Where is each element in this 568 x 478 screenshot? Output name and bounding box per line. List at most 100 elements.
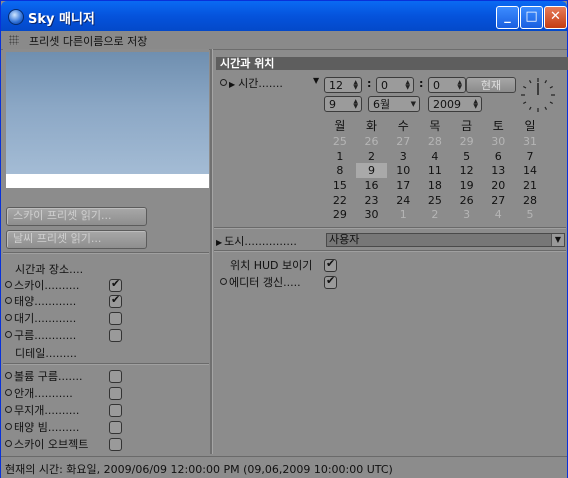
spin-arrows-icon[interactable]: ▲ ▼ [457,80,462,91]
time-menu-arrow-icon[interactable]: ▼ [313,76,319,85]
calendar-day[interactable]: 24 [387,193,419,208]
window-title: Sky 매니저 [28,12,95,27]
minimize-button[interactable]: _ [496,6,519,29]
calendar-day[interactable]: 11 [419,163,451,178]
calendar-day[interactable]: 10 [387,163,419,178]
volume-clouds-label: 볼륨 구름....... [14,370,83,383]
minute-spinner[interactable]: 0 ▲ ▼ [376,77,414,93]
panel-divider[interactable] [210,49,213,454]
load-weather-preset-button[interactable]: 날씨 프리셋 읽기... [6,230,147,249]
sun-beam-checkbox[interactable] [109,421,122,434]
load-sky-preset-button[interactable]: 스카이 프리셋 읽기... [6,207,147,226]
maximize-button[interactable]: □ [520,6,543,29]
calendar-day[interactable]: 25 [419,193,451,208]
sky-checkbox[interactable] [109,277,122,292]
second-spinner[interactable]: 0 ▲ ▼ [428,77,466,93]
calendar-day[interactable]: 27 [387,134,419,149]
calendar-day[interactable]: 15 [324,178,356,193]
spin-arrows-icon[interactable]: ▲ ▼ [473,99,478,110]
expand-dot-icon[interactable] [5,389,12,396]
rainbow-checkbox[interactable] [109,404,122,417]
calendar-day[interactable]: 7 [514,149,546,164]
expand-dot-icon[interactable] [5,406,12,413]
calendar-day[interactable]: 23 [356,193,388,208]
dropdown-arrow-icon[interactable]: ▼ [551,234,564,246]
calendar-day[interactable]: 13 [482,163,514,178]
calendar-day[interactable]: 5 [514,207,546,222]
expand-dot-icon[interactable] [220,79,227,86]
dropdown-arrow-icon[interactable]: ▼ [411,101,416,108]
editor-update-label: 에디터 갱신..... [229,276,301,289]
second-value: 0 [433,79,440,92]
month-dropdown[interactable]: 6월 ▼ [368,96,420,112]
expand-dot-icon[interactable] [5,372,12,379]
hour-spinner[interactable]: 12 ▲ ▼ [324,77,362,93]
calendar-day[interactable]: 26 [451,193,483,208]
calendar-day[interactable]: 29 [324,207,356,222]
calendar-day[interactable]: 4 [482,207,514,222]
expand-arrow-icon[interactable]: ▶ [229,80,235,89]
calendar-day[interactable]: 19 [451,178,483,193]
app-icon [8,9,24,25]
calendar-day[interactable]: 25 [324,134,356,149]
calendar-day[interactable]: 9 [355,163,388,179]
menu-save-preset-as[interactable]: 프리셋 다른이름으로 저장 [29,33,147,49]
detail-item[interactable]: 디테일......... [15,345,77,361]
expand-arrow-icon[interactable]: ▶ [216,238,222,247]
close-button[interactable]: ✕ [544,6,567,29]
expand-dot-icon[interactable] [220,278,227,285]
calendar-day[interactable]: 1 [387,207,419,222]
calendar-day[interactable]: 26 [356,134,388,149]
calendar-day[interactable]: 31 [514,134,546,149]
calendar-day[interactable]: 28 [419,134,451,149]
calendar-day[interactable]: 8 [324,163,356,178]
calendar-day[interactable]: 30 [482,134,514,149]
calendar-day[interactable]: 1 [324,149,356,164]
sky-objects-checkbox[interactable] [109,438,122,451]
calendar-day[interactable]: 3 [387,149,419,164]
year-spinner[interactable]: 2009 ▲ ▼ [428,96,482,112]
hud-checkbox[interactable] [324,257,337,272]
fog-checkbox[interactable] [109,387,122,400]
city-value: 사용자 [329,233,360,246]
expand-dot-icon[interactable] [5,281,12,288]
calendar-day[interactable]: 4 [419,149,451,164]
time-and-place-item[interactable]: 시간과 장소.... [15,261,83,277]
volume-clouds-checkbox[interactable] [109,370,122,383]
clouds-checkbox[interactable] [109,329,122,342]
expand-dot-icon[interactable] [5,423,12,430]
atmosphere-checkbox[interactable] [109,312,122,325]
calendar-day[interactable]: 22 [324,193,356,208]
calendar-day[interactable]: 29 [451,134,483,149]
expand-dot-icon[interactable] [5,331,12,338]
calendar-day[interactable]: 2 [356,149,388,164]
expand-dot-icon[interactable] [5,314,12,321]
calendar-day[interactable]: 6 [482,149,514,164]
calendar-day[interactable]: 20 [482,178,514,193]
calendar-day[interactable]: 18 [419,178,451,193]
day-spinner[interactable]: 9 ▲ ▼ [324,96,362,112]
calendar-day[interactable]: 17 [387,178,419,193]
calendar-week-row: 15 16 17 18 19 20 21 [324,178,546,193]
expand-dot-icon[interactable] [5,440,12,447]
city-dropdown[interactable]: 사용자 ▼ [326,233,565,247]
calendar-day[interactable]: 30 [356,207,388,222]
editor-update-checkbox[interactable] [324,274,337,289]
now-button[interactable]: 현재 [466,77,516,93]
calendar-day[interactable]: 3 [451,207,483,222]
calendar-day[interactable]: 14 [514,163,546,178]
calendar-day[interactable]: 28 [514,193,546,208]
title-bar[interactable]: Sky 매니저 _ □ ✕ [1,1,567,31]
sun-checkbox[interactable] [109,293,122,308]
calendar-day[interactable]: 27 [482,193,514,208]
calendar-day[interactable]: 21 [514,178,546,193]
expand-dot-icon[interactable] [5,297,12,304]
spin-arrows-icon[interactable]: ▲ ▼ [353,99,358,110]
calendar-day[interactable]: 12 [451,163,483,178]
calendar-day[interactable]: 16 [356,178,388,193]
spin-arrows-icon[interactable]: ▲ ▼ [353,80,358,91]
spin-arrows-icon[interactable]: ▲ ▼ [405,80,410,91]
calendar-day[interactable]: 2 [419,207,451,222]
time-separator: : [367,77,372,90]
calendar-day[interactable]: 5 [451,149,483,164]
